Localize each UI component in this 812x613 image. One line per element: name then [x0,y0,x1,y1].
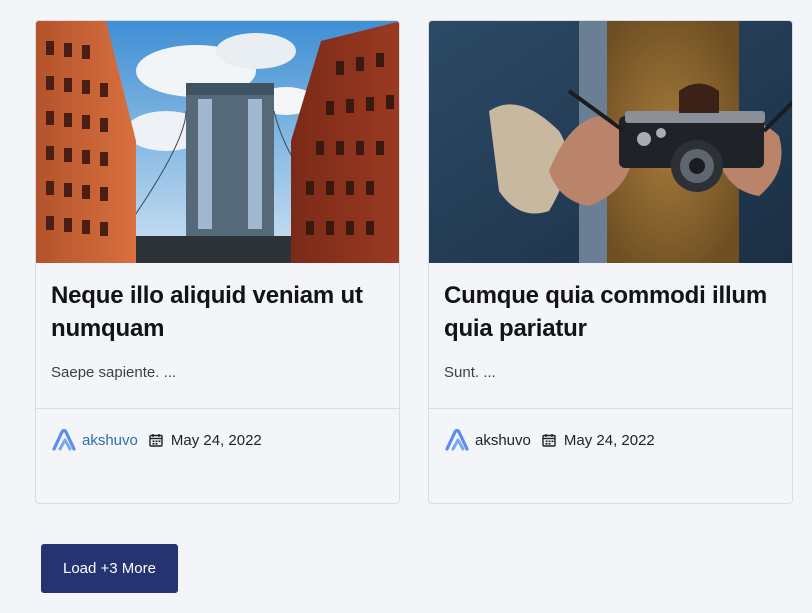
author-logo-icon [52,428,76,451]
camera-hands-image [429,21,792,263]
author-link[interactable]: akshuvo [475,432,531,449]
post-thumbnail-link[interactable] [36,21,399,263]
city-bridge-image [36,21,399,263]
post-date: May 24, 2022 [170,431,262,449]
calendar-icon [542,434,556,447]
post-card: Cumque quia commodi illum quia pariatur … [428,20,793,504]
post-excerpt: Sunt. ... [444,364,496,381]
load-more-button[interactable]: Load +3 More [41,544,178,593]
card-divider [36,408,399,409]
post-title-link[interactable]: Neque illo aliquid veniam ut numquam [51,279,384,345]
post-date: May 24, 2022 [563,431,655,449]
author-link[interactable]: akshuvo [82,432,138,449]
post-meta: akshuvo May 24, 2022 [51,428,262,452]
post-excerpt: Saepe sapiente. ... [51,364,177,381]
post-card: Neque illo aliquid veniam ut numquam Sae… [35,20,400,504]
post-thumbnail-link[interactable] [429,21,792,263]
blog-grid: Neque illo aliquid veniam ut numquam Sae… [0,0,812,613]
card-divider [429,408,792,409]
post-meta: akshuvo May 24, 2022 [444,428,655,452]
author-logo-icon [445,428,469,451]
calendar-icon [149,434,163,447]
post-title-link[interactable]: Cumque quia commodi illum quia pariatur [444,279,777,345]
